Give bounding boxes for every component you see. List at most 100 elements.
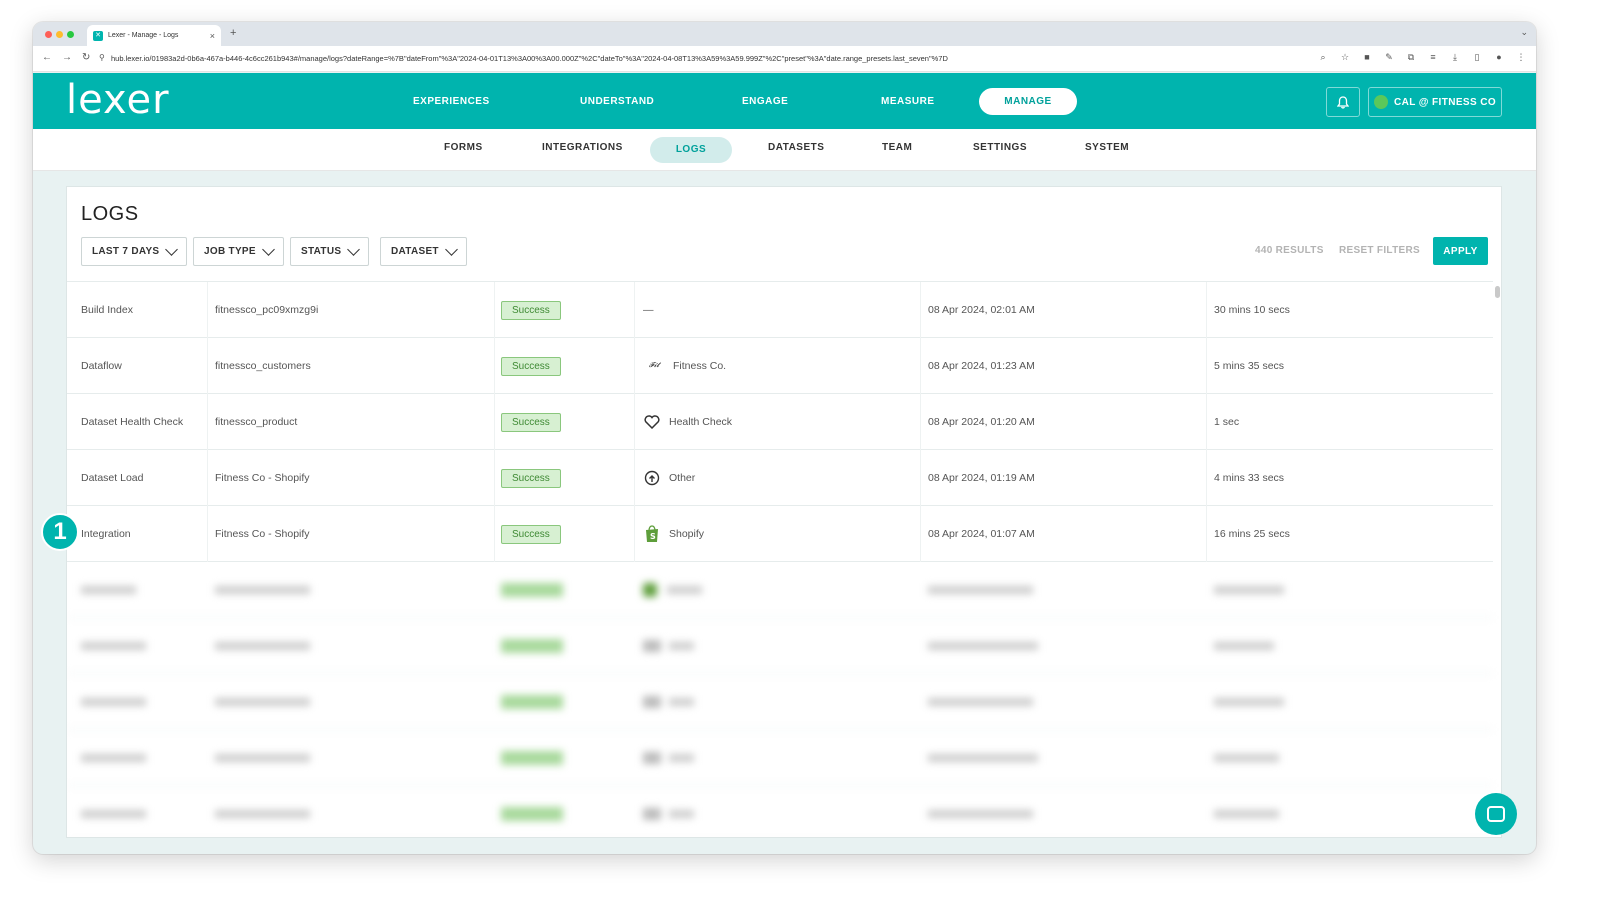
nav-manage[interactable]: MANAGE <box>979 87 1077 115</box>
subnav-settings[interactable]: SETTINGS <box>973 142 1027 153</box>
tab-title: Lexer - Manage - Logs <box>108 32 179 39</box>
subnav-logs[interactable]: LOGS <box>650 137 732 163</box>
source-label: — <box>643 304 654 316</box>
media-icon[interactable]: ≡ <box>1428 52 1438 63</box>
subnav-team[interactable]: TEAM <box>882 142 912 153</box>
date-range-filter[interactable]: LAST 7 DAYS <box>81 237 188 266</box>
maximize-window-button[interactable] <box>67 31 74 38</box>
status-filter[interactable]: STATUS <box>290 237 370 266</box>
upload-cloud-icon <box>643 470 661 486</box>
manage-subnav: FORMS INTEGRATIONS LOGS DATASETS TEAM SE… <box>33 129 1536 171</box>
nav-measure[interactable]: MEASURE <box>881 96 934 107</box>
job-type-filter[interactable]: JOB TYPE <box>193 237 284 266</box>
bookmark-star-icon[interactable]: ☆ <box>1340 52 1350 63</box>
browser-toolbar-icons: ⌕ ☆ ■ ✎ ⧉ ≡ ⤓ ▯ ● ⋮ <box>1318 52 1526 63</box>
account-button[interactable]: CAL @ FITNESS CO <box>1368 87 1502 117</box>
blurred-row <box>67 674 1493 730</box>
chevron-down-icon <box>261 243 275 256</box>
date-cell: 08 Apr 2024, 01:07 AM <box>928 528 1035 540</box>
logs-card: LOGS LAST 7 DAYS JOB TYPE STATUS DATASET… <box>66 186 1502 838</box>
blurred-row <box>67 786 1493 837</box>
status-cell: Success <box>501 506 561 562</box>
browser-window: ✕ Lexer - Manage - Logs × + ⌄ ← → ↻ ⚲ hu… <box>33 22 1536 854</box>
subnav-integrations[interactable]: INTEGRATIONS <box>542 142 623 153</box>
table-row[interactable]: Dataset Health Check fitnessco_product S… <box>67 394 1493 450</box>
job-name-cell: fitnessco_product <box>215 416 298 428</box>
download-icon[interactable]: ⤓ <box>1450 52 1460 63</box>
chat-launcher-button[interactable] <box>1475 793 1517 835</box>
job-type-cell: Dataset Health Check <box>81 416 184 428</box>
tab-search-icon[interactable]: ⌄ <box>1520 27 1528 38</box>
duration-cell: 16 mins 25 secs <box>1214 528 1290 540</box>
puzzle-icon[interactable]: ⧉ <box>1406 52 1416 63</box>
close-window-button[interactable] <box>45 31 52 38</box>
duration-cell: 1 sec <box>1214 416 1240 428</box>
date-cell: 08 Apr 2024, 01:23 AM <box>928 360 1035 372</box>
main-nav: EXPERIENCES UNDERSTAND ENGAGE MEASURE MA… <box>413 73 1077 129</box>
source-label: Health Check <box>669 416 733 428</box>
table-row[interactable]: Integration Fitness Co - Shopify Success… <box>67 506 1493 562</box>
nav-understand[interactable]: UNDERSTAND <box>580 96 654 107</box>
filter-label: LAST 7 DAYS <box>92 246 160 257</box>
blurred-row <box>67 618 1493 674</box>
site-info-icon[interactable]: ⚲ <box>99 53 105 62</box>
subnav-system[interactable]: SYSTEM <box>1085 142 1129 153</box>
job-name-cell: fitnessco_customers <box>215 360 311 372</box>
results-count: 440 RESULTS <box>1255 245 1324 256</box>
apply-button[interactable]: APPLY <box>1433 237 1488 265</box>
chevron-down-icon <box>347 243 361 256</box>
close-tab-icon[interactable]: × <box>210 31 215 41</box>
notifications-button[interactable] <box>1326 87 1360 117</box>
back-icon[interactable]: ← <box>42 52 52 63</box>
lexer-favicon-icon: ✕ <box>93 30 103 41</box>
forward-icon[interactable]: → <box>62 52 72 63</box>
fitness-co-logo-icon: 𝓕𝓲𝓽 <box>648 362 660 369</box>
source-cell: 𝓕𝓲𝓽 Fitness Co. <box>643 338 726 394</box>
url-field[interactable]: hub.lexer.io/01983a2d-0b6a-467a-b446-4c6… <box>111 54 1111 63</box>
browser-tab-bar: ✕ Lexer - Manage - Logs × + ⌄ <box>33 22 1536 46</box>
date-cell: 08 Apr 2024, 01:20 AM <box>928 416 1035 428</box>
subnav-forms[interactable]: FORMS <box>444 142 483 153</box>
duration-cell: 30 mins 10 secs <box>1214 304 1290 316</box>
lexer-logo[interactable]: lexer <box>66 80 170 120</box>
dataset-filter[interactable]: DATASET <box>380 237 467 266</box>
nav-engage[interactable]: ENGAGE <box>742 96 788 107</box>
reload-icon[interactable]: ↻ <box>82 52 90 63</box>
extension-icon[interactable]: ■ <box>1362 52 1372 63</box>
pencil-extension-icon[interactable]: ✎ <box>1384 52 1394 63</box>
table-row[interactable]: Dataset Load Fitness Co - Shopify Succes… <box>67 450 1493 506</box>
status-badge: Success <box>501 524 561 544</box>
browser-tab[interactable]: ✕ Lexer - Manage - Logs × <box>87 25 221 46</box>
source-cell: — <box>643 282 654 338</box>
subnav-datasets[interactable]: DATASETS <box>768 142 824 153</box>
profile-icon[interactable]: ● <box>1494 52 1504 63</box>
account-name: CAL @ FITNESS CO <box>1393 96 1497 108</box>
heart-icon <box>643 414 661 430</box>
status-cell: Success <box>501 338 561 394</box>
table-row[interactable]: Dataflow fitnessco_customers Success 𝓕𝓲𝓽… <box>67 338 1493 394</box>
status-cell: Success <box>501 394 561 450</box>
svg-text:S: S <box>650 532 656 541</box>
account-avatar-icon <box>1373 95 1388 109</box>
menu-dots-icon[interactable]: ⋮ <box>1516 52 1526 63</box>
source-label: Shopify <box>669 528 705 540</box>
table-scrollbar[interactable] <box>1495 286 1500 298</box>
status-badge: Success <box>501 412 561 432</box>
filter-label: STATUS <box>301 246 342 257</box>
reset-filters-button[interactable]: RESET FILTERS <box>1339 245 1420 256</box>
sidebar-icon[interactable]: ▯ <box>1472 52 1482 63</box>
status-cell: Success <box>501 282 561 338</box>
job-type-cell: Dataset Load <box>81 472 144 484</box>
table-row[interactable]: Build Index fitnessco_pc09xmzg9i Success… <box>67 282 1493 338</box>
status-badge: Success <box>501 468 561 488</box>
date-cell: 08 Apr 2024, 02:01 AM <box>928 304 1035 316</box>
new-tab-icon[interactable]: + <box>230 27 236 39</box>
nav-experiences[interactable]: EXPERIENCES <box>413 96 489 107</box>
source-cell: S Shopify <box>643 506 704 562</box>
zoom-icon[interactable]: ⌕ <box>1318 52 1328 63</box>
minimize-window-button[interactable] <box>56 31 63 38</box>
chevron-down-icon <box>165 243 179 256</box>
status-badge: Success <box>501 356 561 376</box>
filter-label: JOB TYPE <box>204 246 256 257</box>
job-type-cell: Build Index <box>81 304 133 316</box>
